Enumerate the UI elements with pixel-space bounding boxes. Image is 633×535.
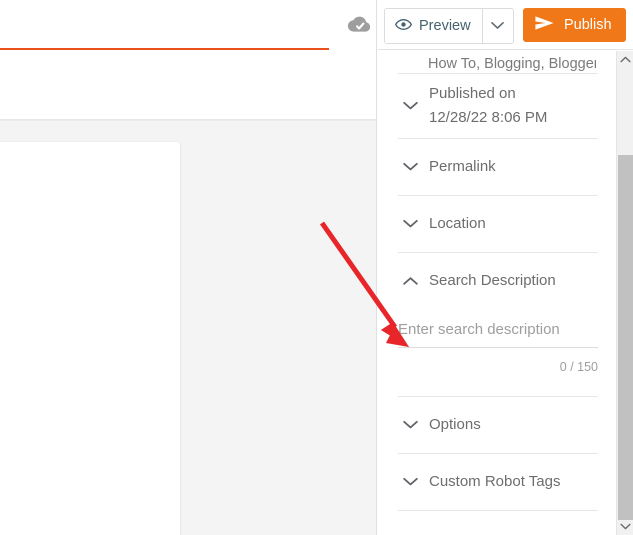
chevron-down-icon [398,212,422,236]
sidebar-scrollbar[interactable] [616,51,633,535]
sidebar-section-permalink[interactable]: Permalink [378,139,616,195]
chevron-down-icon [491,17,504,35]
post-body-canvas[interactable] [0,120,376,535]
chevron-down-icon [398,155,422,179]
post-settings-sidebar: How To, Blogging, Blogger Published on 1… [378,51,616,535]
preview-button-group: Preview [384,8,514,44]
scrollbar-up-arrow-icon[interactable] [617,51,633,68]
editor-toolbar [0,51,376,154]
saved-cloud-check-icon [345,14,373,36]
eye-icon [394,16,413,37]
scrollbar-thumb[interactable] [618,155,633,520]
editor-action-bar: Preview Publish [347,0,633,50]
sidebar-section-label: Location [429,215,486,232]
publish-button-label: Publish [564,17,612,33]
published-on-value: 12/28/22 8:06 PM [429,109,548,126]
sidebar-section-published-on[interactable]: Published on 12/28/22 8:06 PM [378,74,616,138]
post-body-document[interactable] [0,142,180,535]
sidebar-section-search-description[interactable]: Search Description [378,253,616,309]
chevron-up-icon [398,269,422,293]
sidebar-section-label: Options [429,416,481,433]
sidebar-section-label: Published on 12/28/22 8:06 PM [429,82,547,130]
sidebar-section-custom-robot-tags[interactable]: Custom Robot Tags [378,454,616,510]
scrollbar-down-arrow-icon[interactable] [617,518,633,535]
post-title-input[interactable] [8,12,318,40]
labels-value: How To, Blogging, Blogger [428,56,596,72]
search-description-input[interactable] [398,321,598,348]
send-icon [534,15,555,35]
post-title-row [0,0,329,50]
preview-button-label: Preview [419,18,471,34]
chevron-down-icon [398,94,422,118]
blogger-post-editor-window: Preview Publish How To, Blogging, Blogge… [0,0,633,535]
sidebar-section-label: Search Description [429,272,556,289]
editor-pane [0,0,377,535]
sidebar-section-location[interactable]: Location [378,196,616,252]
labels-section-value-clipped[interactable]: How To, Blogging, Blogger [378,51,616,73]
post-settings-scroll-content: How To, Blogging, Blogger Published on 1… [378,51,616,511]
published-on-label: Published on [429,85,516,102]
search-description-field-wrap [378,309,616,354]
preview-button[interactable]: Preview [385,9,482,43]
sidebar-section-options[interactable]: Options [378,397,616,453]
search-description-counter: 0 / 150 [559,360,598,374]
divider [398,510,598,511]
sidebar-section-label: Custom Robot Tags [429,473,561,490]
chevron-down-icon [398,413,422,437]
publish-button[interactable]: Publish [523,8,626,42]
chevron-down-icon [398,470,422,494]
preview-dropdown-button[interactable] [481,9,513,43]
sidebar-section-label: Permalink [429,158,496,175]
